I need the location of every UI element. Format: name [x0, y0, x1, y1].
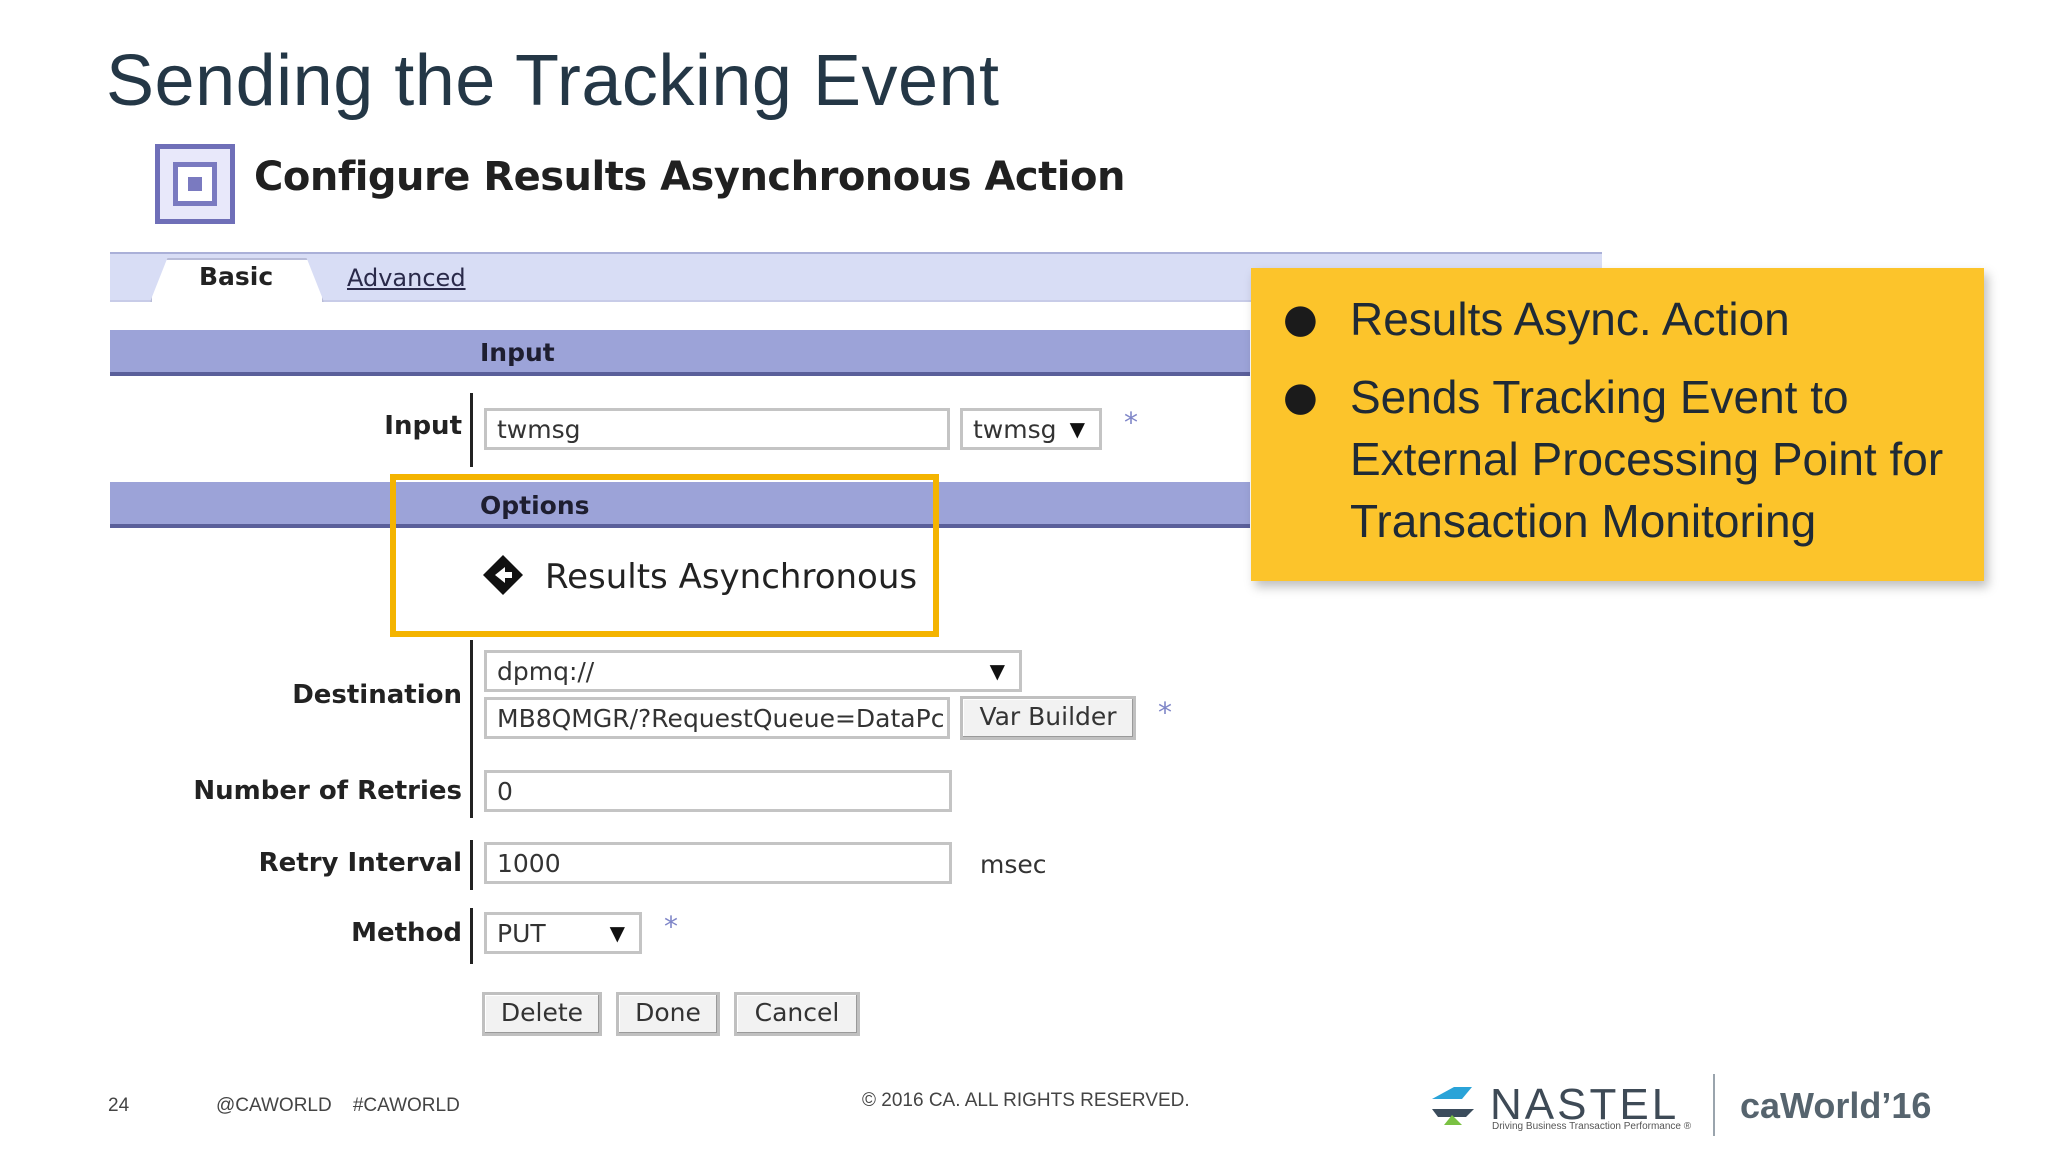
callout-box: ● Results Async. Action ● Sends Tracking… — [1251, 268, 1984, 581]
label-divider — [470, 908, 473, 964]
input-section-header — [110, 330, 1250, 376]
bullet-icon: ● — [1283, 374, 1318, 420]
input-type-value: twmsg — [973, 415, 1057, 444]
destination-protocol-select[interactable]: dpmq:// ▼ — [484, 650, 1022, 692]
cancel-button[interactable]: Cancel — [734, 992, 860, 1036]
social-handles: @CAWORLD #CAWORLD — [216, 1095, 460, 1116]
nastel-tagline: Driving Business Transaction Performance… — [1492, 1121, 1692, 1132]
method-select[interactable]: PUT ▼ — [484, 912, 642, 954]
var-builder-button[interactable]: Var Builder — [960, 696, 1136, 740]
bullet-icon: ● — [1283, 296, 1318, 342]
slide-title: Sending the Tracking Event — [106, 41, 1000, 121]
label-divider — [470, 770, 473, 818]
input-section-label: Input — [480, 338, 555, 367]
callout-bullet-2: Sends Tracking Event to External Process… — [1350, 371, 1944, 547]
ca-world-logo: caWorld’16 — [1740, 1085, 1932, 1126]
callout-bullet-1: Results Async. Action — [1350, 293, 1790, 345]
method-label: Method — [351, 918, 462, 948]
tab-basic-label[interactable]: Basic — [199, 262, 273, 291]
done-button[interactable]: Done — [616, 992, 720, 1036]
retries-label: Number of Retries — [193, 776, 462, 806]
label-divider — [470, 393, 473, 467]
required-icon: * — [664, 910, 678, 943]
input-type-select[interactable]: twmsg ▼ — [960, 408, 1102, 450]
label-divider — [470, 640, 473, 788]
nastel-logo-icon — [1432, 1087, 1474, 1125]
options-highlight-box — [390, 474, 939, 637]
retry-interval-input[interactable]: 1000 — [484, 842, 952, 884]
dropdown-arrow-icon: ▼ — [1069, 417, 1085, 441]
label-divider — [470, 840, 473, 890]
dropdown-arrow-icon: ▼ — [989, 659, 1005, 683]
destination-protocol-value: dpmq:// — [497, 657, 595, 686]
destination-label: Destination — [292, 680, 462, 710]
tab-advanced[interactable]: Advanced — [347, 264, 466, 292]
required-icon: * — [1124, 406, 1138, 439]
action-box-icon — [155, 144, 235, 224]
required-icon: * — [1158, 696, 1172, 729]
retries-input[interactable]: 0 — [484, 770, 952, 812]
input-field[interactable]: twmsg — [484, 408, 950, 450]
footer-divider — [1713, 1074, 1715, 1136]
retry-interval-label: Retry Interval — [258, 848, 462, 878]
page-number: 24 — [108, 1095, 130, 1116]
retry-interval-unit: msec — [980, 850, 1047, 879]
destination-input[interactable]: MB8QMGR/?RequestQueue=DataPc — [484, 697, 950, 739]
input-label: Input — [384, 411, 462, 441]
method-value: PUT — [497, 919, 546, 948]
copyright: © 2016 CA. ALL RIGHTS RESERVED. — [862, 1090, 1190, 1111]
dialog-title: Configure Results Asynchronous Action — [254, 154, 1125, 200]
delete-button[interactable]: Delete — [482, 992, 602, 1036]
dropdown-arrow-icon: ▼ — [609, 921, 625, 945]
